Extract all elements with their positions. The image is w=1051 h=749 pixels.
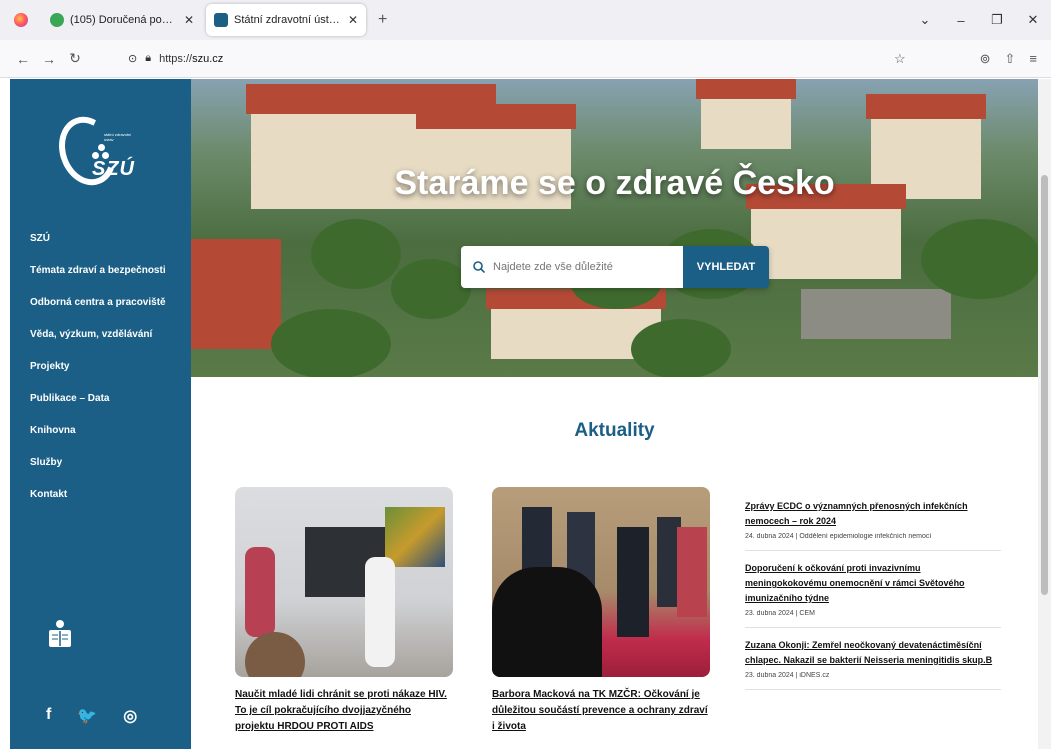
news-card[interactable]: Barbora Macková na TK MZČR: Očkování je … — [492, 487, 710, 735]
forward-icon[interactable]: → — [36, 51, 62, 67]
restore-icon[interactable]: ❐ — [979, 12, 1015, 28]
news-item-title[interactable]: Zprávy ECDC o významných přenosných infe… — [745, 499, 1001, 529]
bookmark-star-icon[interactable]: ☆ — [894, 51, 906, 67]
lock-icon: 🔒︎ — [145, 52, 152, 64]
menu-item-science[interactable]: Věda, výzkum, vzdělávání — [30, 318, 166, 350]
social-links: f 🐦 ◎ — [46, 706, 137, 726]
szu-logo[interactable]: státní zdravotní ústav SZÚ — [49, 104, 142, 194]
close-tab-icon[interactable]: ✕ — [348, 13, 358, 27]
logo-text: SZÚ — [92, 158, 135, 180]
url-bar[interactable]: ⊙ 🔒︎ https://szu.cz — [128, 45, 884, 73]
menu-item-projects[interactable]: Projekty — [30, 350, 166, 382]
mail-favicon-icon — [50, 13, 64, 27]
close-tab-icon[interactable]: ✕ — [184, 13, 194, 27]
hero-title: Staráme se o zdravé Česko — [394, 164, 835, 202]
url-domain: szu.cz — [192, 52, 224, 65]
menu-item-topics[interactable]: Témata zdraví a bezpečnosti — [30, 254, 166, 286]
browser-tab-mail[interactable]: (105) Doručená pošta | Potn ✕ — [42, 4, 202, 36]
search-form: VYHLEDAT — [461, 246, 769, 288]
news-card-image[interactable] — [235, 487, 453, 677]
news-item-title[interactable]: Zuzana Okonji: Zemřel neočkovaný devaten… — [745, 638, 1001, 668]
tab-title: Státní zdravotní ústav – Staráme — [234, 14, 342, 26]
sidebar: státní zdravotní ústav SZÚ SZÚ Témata zd… — [10, 79, 191, 749]
tab-title: (105) Doručená pošta | Potn — [70, 14, 178, 26]
menu-item-centers[interactable]: Odborná centra a pracoviště — [30, 286, 166, 318]
page-info-icon[interactable]: ⊙ — [128, 52, 137, 65]
list-item: Zuzana Okonji: Zemřel neočkovaný devaten… — [745, 638, 1001, 690]
menu-item-szu[interactable]: SZÚ — [30, 222, 166, 254]
new-tab-icon[interactable]: + — [378, 11, 387, 29]
search-input-wrap[interactable] — [461, 246, 683, 288]
main-menu: SZÚ Témata zdraví a bezpečnosti Odborná … — [30, 222, 166, 510]
news-item-meta: 23. dubna 2024 | iDNES.cz — [745, 672, 830, 679]
search-input[interactable] — [493, 261, 663, 273]
extensions-icon[interactable]: ⇧ — [1005, 51, 1016, 67]
news-card-image[interactable] — [492, 487, 710, 677]
news-card-caption[interactable]: Naučit mladé lidi chránit se proti nákaz… — [235, 687, 453, 735]
firefox-icon — [14, 13, 28, 27]
news-section-title: Aktuality — [574, 420, 655, 441]
search-icon — [473, 261, 485, 273]
easy-read-icon[interactable] — [47, 619, 73, 649]
szu-favicon-icon — [214, 13, 228, 27]
twitter-icon[interactable]: 🐦 — [77, 706, 97, 726]
browser-tab-bar: (105) Doručená pošta | Potn ✕ Státní zdr… — [0, 0, 1051, 40]
news-list: Zprávy ECDC o významných přenosných infe… — [745, 499, 1001, 700]
list-item: Zprávy ECDC o významných přenosných infe… — [745, 499, 1001, 551]
search-button[interactable]: VYHLEDAT — [683, 246, 769, 288]
menu-icon[interactable]: ≡ — [1029, 51, 1037, 67]
news-card[interactable]: Naučit mladé lidi chránit se proti nákaz… — [235, 487, 453, 735]
page-scrollbar[interactable] — [1038, 79, 1051, 749]
news-item-meta: 24. dubna 2024 | Oddělení epidemiologie … — [745, 533, 932, 540]
news-item-meta: 23. dubna 2024 | CEM — [745, 610, 815, 617]
tab-list-icon[interactable]: ⌄ — [907, 12, 943, 28]
menu-item-contact[interactable]: Kontakt — [30, 478, 166, 510]
menu-item-publications[interactable]: Publikace – Data — [30, 382, 166, 414]
close-window-icon[interactable]: ✕ — [1015, 12, 1051, 28]
url-prefix: https:// — [159, 52, 193, 65]
menu-item-library[interactable]: Knihovna — [30, 414, 166, 446]
minimize-icon[interactable]: – — [943, 13, 979, 28]
page: státní zdravotní ústav SZÚ SZÚ Témata zd… — [10, 79, 1038, 749]
instagram-icon[interactable]: ◎ — [123, 706, 137, 726]
hero-banner: Staráme se o zdravé Česko VYHLEDAT — [191, 79, 1038, 377]
back-icon[interactable]: ← — [10, 51, 36, 67]
news-card-caption[interactable]: Barbora Macková na TK MZČR: Očkování je … — [492, 687, 710, 735]
facebook-icon[interactable]: f — [46, 706, 51, 726]
reload-icon[interactable]: ↻ — [62, 50, 88, 67]
pocket-icon[interactable]: ⊚ — [980, 51, 991, 67]
list-item: Doporučení k očkování proti invazivnímu … — [745, 561, 1001, 628]
logo-small-text: státní zdravotní ústav — [104, 132, 132, 142]
browser-nav-bar: ← → ↻ ⊙ 🔒︎ https://szu.cz ☆ ⊚ ⇧ ≡ — [0, 40, 1051, 78]
news-item-title[interactable]: Doporučení k očkování proti invazivnímu … — [745, 561, 1001, 606]
menu-item-services[interactable]: Služby — [30, 446, 166, 478]
browser-tab-szu[interactable]: Státní zdravotní ústav – Staráme ✕ — [206, 4, 366, 36]
scrollbar-thumb[interactable] — [1041, 175, 1048, 595]
